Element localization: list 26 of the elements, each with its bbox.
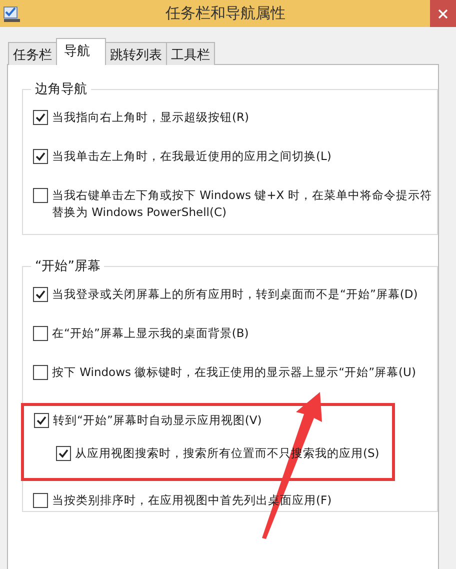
checkbox-window-icon	[3, 6, 21, 22]
checkbox-label: 转到“开始”屏幕时自动显示应用视图(V)	[53, 412, 262, 429]
window-title: 任务栏和导航属性	[164, 4, 286, 23]
close-button[interactable]	[430, 0, 456, 27]
group-title: 边角导航	[31, 80, 91, 98]
tab[interactable]: 工具栏	[166, 42, 215, 65]
checkbox[interactable]	[33, 365, 48, 380]
group-title: “开始”屏幕	[31, 257, 104, 275]
checkbox[interactable]	[33, 188, 48, 203]
tab[interactable]: 导航	[56, 38, 106, 65]
checkbox[interactable]	[33, 326, 48, 341]
close-icon	[438, 8, 448, 18]
tab[interactable]: 任务栏	[8, 42, 57, 65]
checkbox[interactable]	[33, 287, 48, 302]
checkbox[interactable]	[33, 493, 48, 508]
checkbox-label: 按下 Windows 徽标键时，在我正使用的显示器上显示“开始”屏幕(U)	[52, 364, 416, 381]
checkbox[interactable]	[34, 413, 49, 428]
checkbox[interactable]	[33, 110, 48, 125]
checkbox[interactable]	[33, 149, 48, 164]
checkbox-label: 在“开始”屏幕上显示我的桌面背景(B)	[52, 325, 249, 342]
checkbox-label: 当我登录或关闭屏幕上的所有应用时，转到桌面而不是“开始”屏幕(D)	[52, 286, 418, 303]
checkbox-label: 当我单击左上角时，在我最近使用的应用之间切换(L)	[52, 148, 332, 165]
checkbox-label: 当我指向右上角时，显示超级按钮(R)	[52, 109, 249, 126]
checkbox-label: 当我右键单击左下角或按下 Windows 键+X 时，在菜单中将命令提示符替换为 Windows PowerShell(C)	[52, 187, 433, 221]
checkbox[interactable]	[56, 446, 71, 461]
tab[interactable]: 跳转列表	[105, 42, 167, 65]
